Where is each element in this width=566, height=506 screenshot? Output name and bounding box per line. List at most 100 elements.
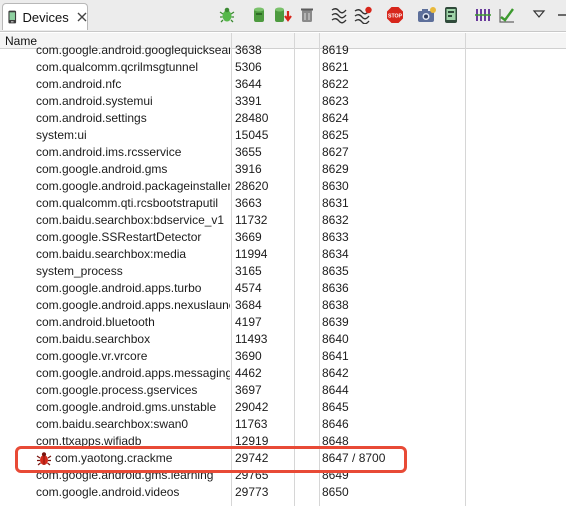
table-row[interactable]: com.google.android.apps.nexuslauncher 368…: [0, 297, 566, 314]
row-name: com.baidu.searchbox:swan0: [36, 418, 189, 431]
row-port: 8627: [322, 146, 349, 159]
row-name: com.android.nfc: [36, 78, 122, 91]
opengl-trace-icon[interactable]: [496, 4, 518, 26]
row-port: 8622: [322, 78, 349, 91]
row-name: com.qualcomm.qcrilmsgtunnel: [36, 61, 199, 74]
table-row[interactable]: com.android.nfc 3644 8622: [0, 76, 566, 93]
row-name: com.yaotong.crackme: [55, 452, 173, 465]
stop-process-icon[interactable]: STOP: [384, 4, 406, 26]
row-name: com.qualcomm.qti.rcsbootstraputil: [36, 197, 219, 210]
row-port: 8625: [322, 129, 349, 142]
row-name: com.android.ims.rcsservice: [36, 146, 182, 159]
row-port: 8648: [322, 435, 349, 448]
tab-devices[interactable]: Devices: [2, 3, 88, 30]
update-heap-icon[interactable]: [248, 4, 270, 26]
row-port: 8629: [322, 163, 349, 176]
table-row[interactable]: com.baidu.searchbox:bdservice_v1 11732 863…: [0, 212, 566, 229]
row-pid: 3916: [235, 163, 262, 176]
process-table: com.google.android.googlequicksearchbox 3…: [0, 42, 566, 506]
row-pid: 3391: [235, 95, 262, 108]
table-row[interactable]: com.google.vr.vrcore 3690 8641: [0, 348, 566, 365]
row-port: 8642: [322, 367, 349, 380]
minimize-icon[interactable]: [552, 4, 566, 26]
table-row[interactable]: com.google.android.googlequicksearchbox 3…: [0, 42, 566, 59]
table-row[interactable]: com.google.android.apps.turbo 4574 8636: [0, 280, 566, 297]
table-row[interactable]: system_process 3165 8635: [0, 263, 566, 280]
row-pid: 3697: [235, 384, 262, 397]
row-port: 8619: [322, 44, 349, 57]
row-port: 8644: [322, 384, 349, 397]
dump-hprof-icon[interactable]: [272, 4, 294, 26]
table-row[interactable]: com.google.android.gms.unstable 29042 8645: [0, 399, 566, 416]
row-pid: 29773: [235, 486, 269, 499]
row-port: 8635: [322, 265, 349, 278]
row-name: com.google.android.videos: [36, 486, 180, 499]
table-row[interactable]: com.google.android.apps.messaging 4462 864…: [0, 365, 566, 382]
row-port: 8649: [322, 469, 349, 482]
row-name: com.baidu.searchbox:media: [36, 248, 187, 261]
row-name: com.ttxapps.wifiadb: [36, 435, 142, 448]
table-row[interactable]: com.google.android.gms 3916 8629: [0, 161, 566, 178]
cause-gc-icon[interactable]: [296, 4, 318, 26]
table-row-debugging[interactable]: com.yaotong.crackme 29742 8647 / 8700: [0, 450, 566, 467]
row-port: 8639: [322, 316, 349, 329]
row-port: 8634: [322, 248, 349, 261]
row-port: 8641: [322, 350, 349, 363]
table-row[interactable]: system:ui 15045 8625: [0, 127, 566, 144]
row-name: com.google.android.googlequicksearchbox: [36, 44, 230, 57]
toolbar: STOP: [216, 4, 566, 26]
table-row[interactable]: com.google.android.packageinstaller 28620…: [0, 178, 566, 195]
close-icon[interactable]: [77, 11, 87, 23]
debug-process-icon[interactable]: [216, 4, 238, 26]
row-name: com.google.SSRestartDetector: [36, 231, 202, 244]
row-port: 8632: [322, 214, 349, 227]
row-pid: 4462: [235, 367, 262, 380]
table-row[interactable]: com.baidu.searchbox:swan0 11763 8646: [0, 416, 566, 433]
table-row[interactable]: com.google.android.gms.learning 29765 8649: [0, 467, 566, 484]
row-pid: 29042: [235, 401, 269, 414]
table-row[interactable]: com.google.process.gservices 3697 8644: [0, 382, 566, 399]
tab-label: Devices: [22, 9, 69, 25]
row-pid: 4574: [235, 282, 262, 295]
table-row[interactable]: com.google.SSRestartDetector 3669 8633: [0, 229, 566, 246]
table-row[interactable]: com.baidu.searchbox 11493 8640: [0, 331, 566, 348]
table-row[interactable]: com.qualcomm.qti.rcsbootstraputil 3663 863…: [0, 195, 566, 212]
table-row[interactable]: com.qualcomm.qcrilmsgtunnel 5306 8621: [0, 59, 566, 76]
dump-view-hierarchy-icon[interactable]: [440, 4, 462, 26]
row-name: com.google.vr.vrcore: [36, 350, 148, 363]
row-pid: 3644: [235, 78, 262, 91]
row-port: 8650: [322, 486, 349, 499]
table-row[interactable]: com.google.android.videos 29773 8650: [0, 484, 566, 501]
table-row[interactable]: com.android.bluetooth 4197 8639: [0, 314, 566, 331]
row-pid: 28480: [235, 112, 269, 125]
row-name: com.baidu.searchbox:bdservice_v1: [36, 214, 225, 227]
row-port: 8638: [322, 299, 349, 312]
table-row[interactable]: com.ttxapps.wifiadb 12919 8648: [0, 433, 566, 450]
row-pid: 3638: [235, 44, 262, 57]
systrace-icon[interactable]: [472, 4, 494, 26]
row-name: com.android.settings: [36, 112, 147, 125]
row-name: com.google.android.gms.unstable: [36, 401, 217, 414]
table-row[interactable]: com.android.ims.rcsservice 3655 8627: [0, 144, 566, 161]
table-row[interactable]: com.android.settings 28480 8624: [0, 110, 566, 127]
row-pid: 3655: [235, 146, 262, 159]
row-pid: 11732: [235, 214, 268, 227]
debug-bug-icon: [36, 452, 52, 466]
view-menu-icon[interactable]: [528, 4, 550, 26]
row-pid: 3165: [235, 265, 262, 278]
screen-capture-icon[interactable]: [416, 4, 438, 26]
row-pid: 11763: [235, 418, 268, 431]
table-row[interactable]: com.android.systemui 3391 8623: [0, 93, 566, 110]
row-port: 8631: [322, 197, 349, 210]
update-threads-icon[interactable]: [328, 4, 350, 26]
row-name: com.google.android.apps.messaging: [36, 367, 230, 380]
table-row[interactable]: com.baidu.searchbox:media 11994 8634: [0, 246, 566, 263]
row-pid: 4197: [235, 316, 262, 329]
row-port: 8645: [322, 401, 349, 414]
row-name: com.google.process.gservices: [36, 384, 198, 397]
row-pid: 11493: [235, 333, 268, 346]
phone-icon: [8, 10, 17, 24]
row-pid: 28620: [235, 180, 269, 193]
row-port: 8640: [322, 333, 349, 346]
start-method-profiling-icon[interactable]: [352, 4, 374, 26]
